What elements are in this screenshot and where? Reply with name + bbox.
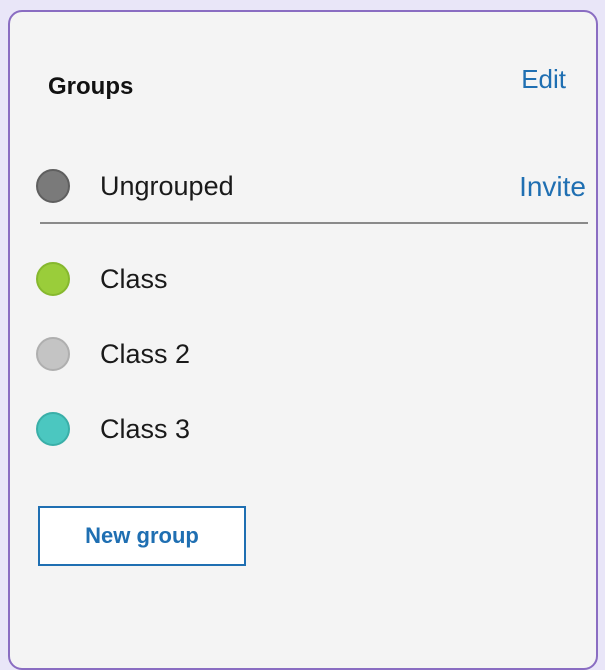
invite-link[interactable]: Invite	[519, 170, 586, 204]
group-label: Ungrouped	[100, 171, 234, 201]
group-label: Class 3	[100, 414, 191, 444]
groups-panel: Groups Edit Ungrouped Invite Class Class…	[8, 10, 598, 670]
edit-link[interactable]: Edit	[521, 62, 566, 96]
group-row-class-3[interactable]: Class 3	[36, 410, 190, 448]
group-row-ungrouped[interactable]: Ungrouped	[36, 167, 234, 205]
group-label: Class 2	[100, 339, 191, 369]
group-row-class[interactable]: Class	[36, 260, 168, 298]
group-row-class-2[interactable]: Class 2	[36, 335, 190, 373]
divider	[40, 222, 588, 224]
class-3-color-dot-icon	[36, 412, 70, 446]
class-color-dot-icon	[36, 262, 70, 296]
ungrouped-color-dot-icon	[36, 169, 70, 203]
groups-title: Groups	[48, 73, 134, 100]
new-group-button[interactable]: New group	[38, 506, 246, 566]
group-label: Class	[100, 264, 168, 294]
class-2-color-dot-icon	[36, 337, 70, 371]
